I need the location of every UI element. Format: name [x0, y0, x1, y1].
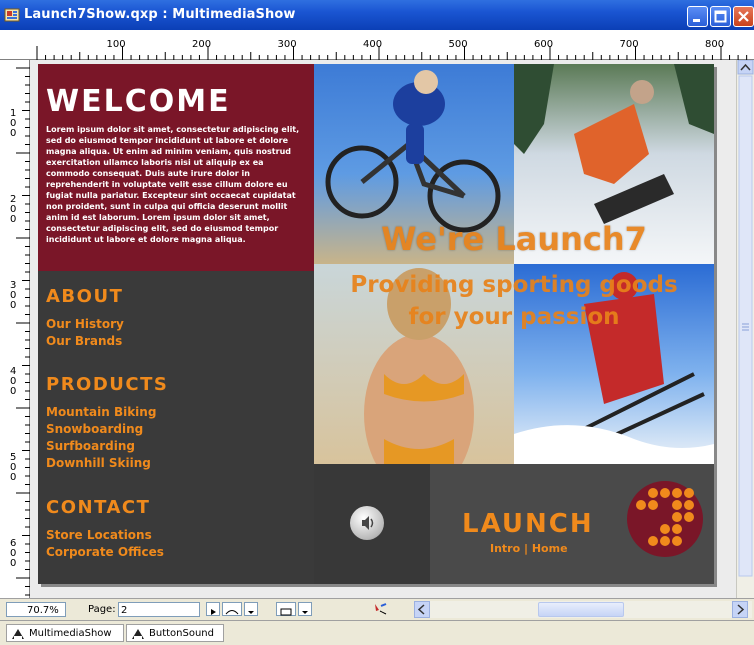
- nav-link-snowboarding[interactable]: Snowboarding: [46, 422, 143, 436]
- maximize-button[interactable]: [710, 6, 731, 27]
- nav-link-our-history[interactable]: Our History: [46, 317, 124, 331]
- ruler-label: 800: [705, 39, 724, 50]
- layout-tab-bar: MultimediaShow ButtonSound: [0, 620, 754, 645]
- ruler-label: 0: [10, 558, 16, 569]
- hero-tagline-line1: Providing sporting goods: [350, 272, 678, 298]
- ruler-label: 0: [10, 128, 16, 139]
- page-label: Page:: [88, 604, 116, 615]
- nav-link-surfboarding[interactable]: Surfboarding: [46, 439, 135, 453]
- ruler-label: 300: [278, 39, 297, 50]
- status-bar: 70.7% Page: 2: [0, 598, 754, 620]
- layout-view-button[interactable]: [276, 602, 296, 616]
- about-heading: ABOUT: [46, 286, 124, 307]
- layout-tab-icon: [132, 629, 144, 639]
- horizontal-scroll-thumb[interactable]: [538, 602, 624, 617]
- window-title-bar[interactable]: Launch7Show.qxp : MultimediaShow: [0, 0, 754, 30]
- tab-label: MultimediaShow: [29, 628, 112, 639]
- nav-link-our-brands[interactable]: Our Brands: [46, 334, 122, 348]
- nav-link-corporate-offices[interactable]: Corporate Offices: [46, 545, 164, 559]
- scatter-cursor-icon[interactable]: [372, 602, 388, 617]
- horizontal-scrollbar[interactable]: [414, 601, 752, 618]
- ruler-label: 0: [10, 300, 16, 311]
- welcome-heading: WELCOME: [46, 84, 231, 119]
- hero-headline: We're Launch7: [381, 220, 647, 258]
- ruler-label: 700: [620, 39, 639, 50]
- hero-photo-grid: [314, 64, 714, 464]
- vertical-scrollbar[interactable]: [736, 59, 754, 598]
- minimize-button[interactable]: [687, 6, 708, 27]
- page-view-button[interactable]: [222, 602, 242, 616]
- welcome-body-text: Lorem ipsum dolor sit amet, consectetur …: [46, 125, 300, 244]
- layout-page[interactable]: WELCOME Lorem ipsum dolor sit amet, cons…: [38, 64, 714, 584]
- zoom-field[interactable]: 70.7%: [6, 602, 66, 617]
- tab-label: ButtonSound: [149, 628, 214, 639]
- ruler-label: 400: [363, 39, 382, 50]
- ruler-label: 0: [10, 386, 16, 397]
- app-icon: [4, 7, 20, 23]
- horizontal-ruler[interactable]: 100 200 300 400 500 600 700 800: [0, 30, 754, 60]
- ruler-label: 0: [10, 214, 16, 225]
- nav-link-mountain-biking[interactable]: Mountain Biking: [46, 405, 156, 419]
- nav-link-store-locations[interactable]: Store Locations: [46, 528, 152, 542]
- ruler-label: 100: [107, 39, 126, 50]
- ruler-label: 600: [534, 39, 553, 50]
- sound-button[interactable]: [350, 506, 384, 540]
- tab-buttonsound[interactable]: ButtonSound: [126, 624, 224, 642]
- vertical-ruler[interactable]: 100200300400500600: [0, 60, 30, 598]
- launch-logo-text: LAUNCH: [462, 509, 594, 539]
- layout-tab-icon: [12, 629, 24, 639]
- ruler-label: 0: [10, 472, 16, 483]
- page-menu-button[interactable]: [244, 602, 258, 616]
- speaker-icon: [362, 516, 374, 530]
- hero-tagline-line2: for your passion: [408, 304, 620, 330]
- previous-page-button[interactable]: [206, 602, 220, 616]
- ruler-label: 500: [449, 39, 468, 50]
- layout-canvas[interactable]: WELCOME Lorem ipsum dolor sit amet, cons…: [30, 60, 736, 598]
- window-title: Launch7Show.qxp : MultimediaShow: [24, 7, 296, 22]
- ruler-label: 200: [192, 39, 211, 50]
- logo-nav-links[interactable]: Intro | Home: [490, 542, 568, 555]
- contact-heading: CONTACT: [46, 497, 151, 518]
- close-button[interactable]: [733, 6, 754, 27]
- tab-multimediashow[interactable]: MultimediaShow: [6, 624, 124, 642]
- page-number-field[interactable]: 2: [118, 602, 200, 617]
- products-heading: PRODUCTS: [46, 374, 169, 395]
- layout-menu-button[interactable]: [298, 602, 312, 616]
- launch7-logo-mark: [627, 481, 703, 557]
- nav-link-downhill-skiing[interactable]: Downhill Skiing: [46, 456, 151, 470]
